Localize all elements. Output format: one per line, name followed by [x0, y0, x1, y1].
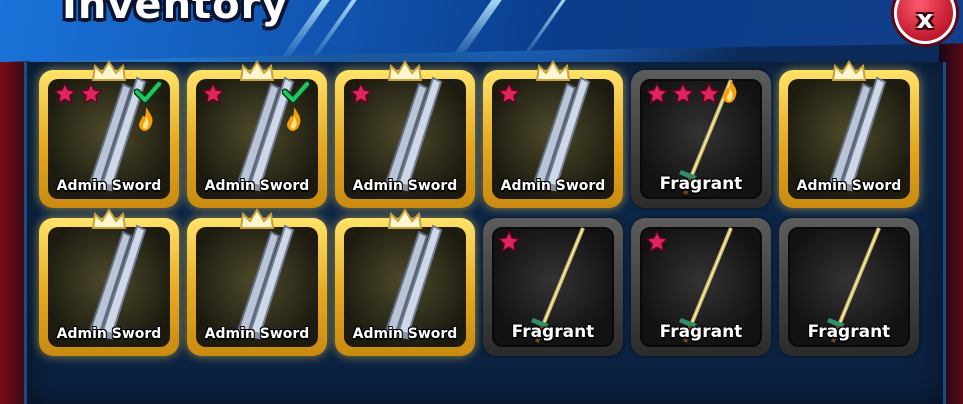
inventory-item[interactable]: Fragrant: [631, 218, 771, 356]
item-name-label: Admin Sword: [352, 326, 458, 342]
inventory-item[interactable]: Fragrant: [779, 218, 919, 356]
star-icon: [497, 82, 521, 105]
page-title: Inventory: [62, 0, 289, 28]
inventory-item[interactable]: Admin Sword: [335, 208, 475, 356]
star-icon: [697, 82, 721, 105]
inventory-item[interactable]: Fragrant: [631, 70, 771, 208]
inventory-item[interactable]: Admin Sword: [187, 208, 327, 356]
inventory-item[interactable]: Admin Sword: [39, 60, 179, 208]
star-icon: [645, 82, 669, 105]
flame-icon: [139, 107, 153, 131]
inventory-item[interactable]: Admin Sword: [39, 208, 179, 356]
rarity-stars: [497, 82, 521, 106]
inventory-item[interactable]: Admin Sword: [335, 60, 475, 208]
close-icon: x: [916, 5, 934, 35]
crown-icon: [535, 60, 571, 81]
crown-icon: [831, 60, 867, 81]
equipped-check-icon: [282, 80, 310, 104]
item-name-label: Fragrant: [659, 322, 743, 342]
item-name-label: Fragrant: [511, 322, 595, 342]
rarity-stars: [53, 82, 103, 106]
star-icon: [349, 82, 373, 105]
crown-icon: [91, 208, 127, 229]
inventory-item[interactable]: Admin Sword: [483, 60, 623, 208]
inventory-item[interactable]: Fragrant: [483, 218, 623, 356]
star-icon: [497, 230, 521, 253]
item-name-label: Admin Sword: [204, 326, 310, 342]
rarity-stars: [645, 82, 721, 106]
star-icon: [645, 230, 669, 253]
rarity-stars: [645, 230, 669, 254]
item-name-label: Admin Sword: [500, 178, 606, 194]
flame-icon: [723, 79, 737, 103]
star-icon: [79, 82, 103, 105]
star-icon: [671, 82, 695, 105]
item-name-label: Admin Sword: [796, 178, 902, 194]
star-icon: [53, 82, 77, 105]
item-name-label: Admin Sword: [352, 178, 458, 194]
crown-icon: [239, 208, 275, 229]
rarity-stars: [497, 230, 521, 254]
flame-icon: [287, 107, 301, 131]
crown-icon: [387, 208, 423, 229]
crown-icon: [387, 60, 423, 81]
item-name-label: Admin Sword: [56, 178, 162, 194]
item-name-label: Fragrant: [807, 322, 891, 342]
item-name-label: Admin Sword: [204, 178, 310, 194]
item-name-label: Fragrant: [659, 174, 743, 194]
star-icon: [201, 82, 225, 105]
rarity-stars: [201, 82, 225, 106]
crown-icon: [91, 60, 127, 81]
item-name-label: Admin Sword: [56, 326, 162, 342]
crown-icon: [239, 60, 275, 81]
inventory-item[interactable]: Admin Sword: [779, 60, 919, 208]
inventory-item[interactable]: Admin Sword: [187, 60, 327, 208]
rarity-stars: [349, 82, 373, 106]
equipped-check-icon: [134, 80, 162, 104]
